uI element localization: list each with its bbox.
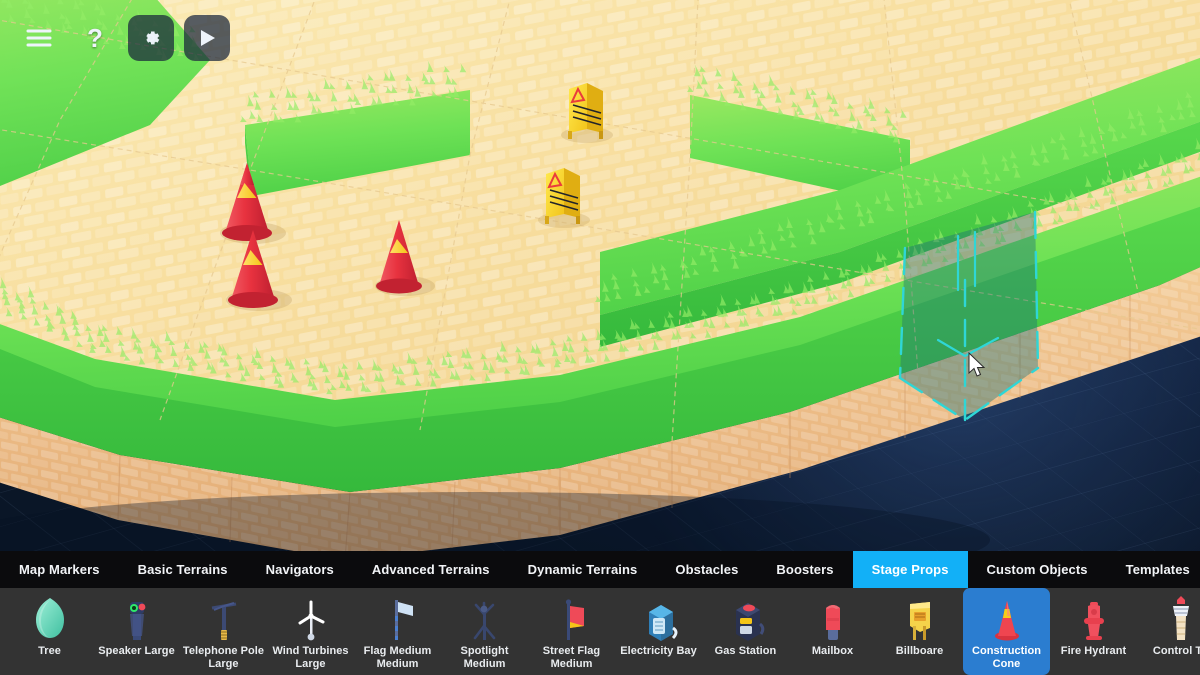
tab-obstacles[interactable]: Obstacles (656, 551, 757, 588)
construction-cone (375, 220, 435, 296)
palette-item-mailbox[interactable]: Mailbox (789, 588, 876, 675)
palette-item-label: Billboare (877, 645, 963, 658)
speaker-large-icon (113, 594, 161, 642)
palette-item-wind-turbines-large[interactable]: Wind Turbines Large (267, 588, 354, 675)
category-tab-bar[interactable]: Map MarkersBasic TerrainsNavigatorsAdvan… (0, 551, 1200, 588)
palette-item-label: Street Flag Medium (529, 645, 615, 670)
palette-item-label: Mailbox (790, 645, 876, 658)
tab-map-markers[interactable]: Map Markers (0, 551, 119, 588)
street-flag-medium-icon (548, 594, 596, 642)
wind-turbines-large-icon (287, 594, 335, 642)
construction-cone-icon (983, 594, 1031, 642)
editor-bottom-panel[interactable]: Map MarkersBasic TerrainsNavigatorsAdvan… (0, 551, 1200, 675)
play-button[interactable] (184, 15, 230, 61)
tab-navigators[interactable]: Navigators (247, 551, 353, 588)
help-button[interactable]: ? (72, 15, 118, 61)
palette-item-label: Electricity Bay (616, 645, 702, 658)
palette-item-label: Telephone Pole Large (181, 645, 267, 670)
palette-item-construction-cone[interactable]: Construction Cone (963, 588, 1050, 675)
palette-item-billboare[interactable]: Billboare (876, 588, 963, 675)
fire-hydrant-icon (1070, 594, 1118, 642)
palette-item-label: Fire Hydrant (1051, 645, 1137, 658)
palette-item-street-flag-medium[interactable]: Street Flag Medium (528, 588, 615, 675)
palette-item-label: Speaker Large (94, 645, 180, 658)
top-toolbar[interactable]: ? (16, 14, 230, 62)
palette-item-label: Gas Station (703, 645, 789, 658)
control-tower-icon (1157, 594, 1200, 642)
asset-palette[interactable]: TreeSpeaker LargeTelephone Pole LargeWin… (0, 588, 1200, 675)
palette-item-tree[interactable]: Tree (6, 588, 93, 675)
gear-icon (139, 26, 163, 50)
hamburger-menu-icon (26, 28, 52, 48)
telephone-pole-large-icon (200, 594, 248, 642)
settings-button[interactable] (128, 15, 174, 61)
electricity-bay-icon (635, 594, 683, 642)
tab-custom-objects[interactable]: Custom Objects (968, 551, 1107, 588)
mouse-cursor (968, 352, 986, 378)
billboard-icon (896, 594, 944, 642)
question-mark-icon: ? (87, 25, 103, 51)
palette-item-label: Wind Turbines Large (268, 645, 354, 670)
play-icon (196, 27, 218, 49)
tab-boosters[interactable]: Boosters (757, 551, 852, 588)
palette-item-label: Control To (1138, 645, 1200, 658)
tree-icon (26, 594, 74, 642)
palette-item-flag-medium-medium[interactable]: Flag Medium Medium (354, 588, 441, 675)
tab-stage-props[interactable]: Stage Props (853, 551, 968, 588)
tab-templates[interactable]: Templates (1107, 551, 1200, 588)
flag-medium-icon (374, 594, 422, 642)
palette-item-label: Construction Cone (964, 645, 1050, 670)
menu-button[interactable] (16, 15, 62, 61)
palette-item-electricity-bay[interactable]: Electricity Bay (615, 588, 702, 675)
palette-item-gas-station[interactable]: Gas Station (702, 588, 789, 675)
gas-station-icon (722, 594, 770, 642)
palette-item-label: Spotlight Medium (442, 645, 528, 670)
palette-item-fire-hydrant[interactable]: Fire Hydrant (1050, 588, 1137, 675)
palette-item-telephone-pole-large[interactable]: Telephone Pole Large (180, 588, 267, 675)
mailbox-icon (809, 594, 857, 642)
placed-objects-layer (0, 0, 1200, 551)
palette-item-label: Tree (7, 645, 93, 658)
palette-item-label: Flag Medium Medium (355, 645, 441, 670)
caution-sign (538, 168, 590, 228)
palette-item-speaker-large[interactable]: Speaker Large (93, 588, 180, 675)
tab-advanced-terrains[interactable]: Advanced Terrains (353, 551, 509, 588)
tab-dynamic-terrains[interactable]: Dynamic Terrains (509, 551, 657, 588)
spotlight-medium-icon (461, 594, 509, 642)
caution-sign (561, 83, 613, 143)
3d-viewport[interactable] (0, 0, 1200, 551)
palette-item-control-to[interactable]: Control To (1137, 588, 1200, 675)
tab-basic-terrains[interactable]: Basic Terrains (119, 551, 247, 588)
palette-item-spotlight-medium[interactable]: Spotlight Medium (441, 588, 528, 675)
